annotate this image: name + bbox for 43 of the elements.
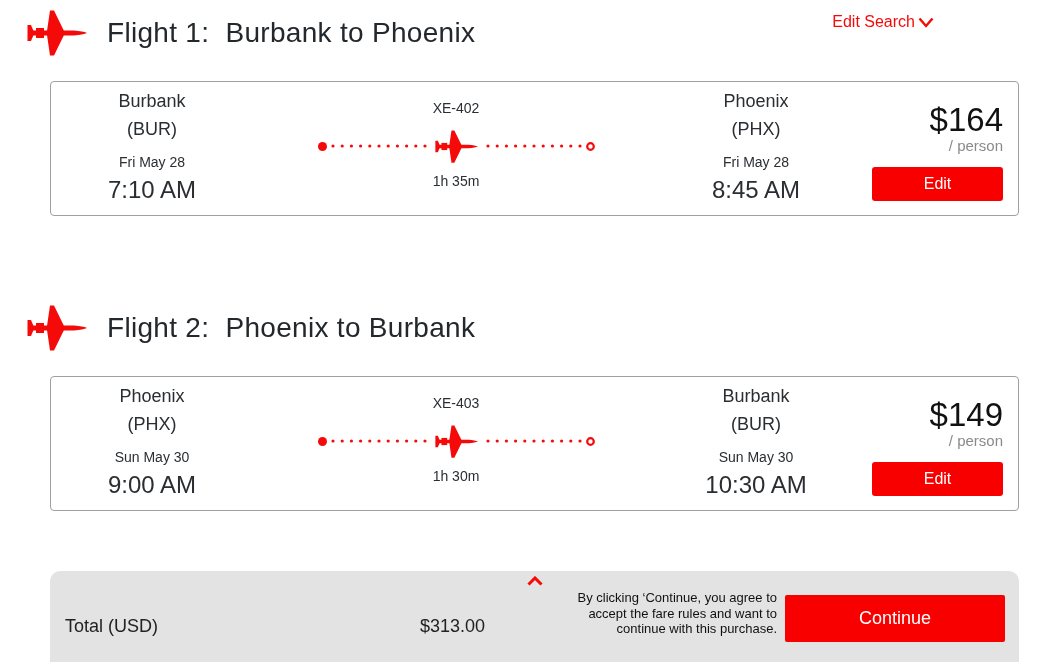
edit-search-link[interactable]: Edit Search xyxy=(832,10,934,34)
flight-duration: 1h 30m xyxy=(432,467,480,486)
flight-time: 10:30 AM xyxy=(704,470,808,500)
total-label: Total (USD) xyxy=(65,615,159,638)
flight-title: Flight 1: Burbank to Phoenix xyxy=(107,16,476,50)
flight-time: 7:10 AM xyxy=(106,175,198,205)
edit-button[interactable]: Edit xyxy=(872,462,1003,496)
terms-notice: By clicking ‘Continue, you agree to accept the fare rules and want to continue with this purchase. xyxy=(576,590,777,637)
city-name: Burbank xyxy=(721,385,791,408)
flight-time: 8:45 AM xyxy=(710,175,802,205)
caret-up-icon[interactable] xyxy=(526,576,543,586)
fare-price: $149 xyxy=(929,397,1003,433)
flight-number: XE-403 xyxy=(432,394,480,413)
airport-code: (BUR) xyxy=(730,413,782,436)
airport-code: (PHX) xyxy=(730,118,782,141)
price-unit: / person xyxy=(948,433,1003,449)
city-name: Phoenix xyxy=(118,385,186,408)
fare-price: $164 xyxy=(929,102,1003,138)
continue-button[interactable]: Continue xyxy=(785,595,1005,642)
city-name: Phoenix xyxy=(722,90,790,113)
price-unit: / person xyxy=(948,138,1003,154)
chevron-down-icon xyxy=(918,16,934,28)
ring-icon xyxy=(585,436,595,446)
dot-icon xyxy=(317,436,327,446)
airport-code: (BUR) xyxy=(126,118,178,141)
flight-title: Flight 2: Phoenix to Burbank xyxy=(107,311,476,345)
airplane-icon xyxy=(434,424,478,458)
edit-button[interactable]: Edit xyxy=(872,167,1003,201)
airplane-icon xyxy=(27,305,87,351)
flight-date: Fri May 28 xyxy=(721,153,791,172)
ring-icon xyxy=(585,141,595,151)
flight-date: Fri May 28 xyxy=(117,153,187,172)
flight-date: Sun May 30 xyxy=(113,448,191,467)
total-amount: $313.00 xyxy=(420,615,486,638)
flight-date: Sun May 30 xyxy=(717,448,795,467)
city-name: Burbank xyxy=(117,90,187,113)
airplane-icon xyxy=(27,10,87,56)
flight-number: XE-402 xyxy=(432,99,480,118)
flight-time: 9:00 AM xyxy=(106,470,198,500)
dot-icon xyxy=(317,141,327,151)
flight-duration: 1h 35m xyxy=(432,172,480,191)
airplane-icon xyxy=(434,129,478,163)
airport-code: (PHX) xyxy=(126,413,178,436)
